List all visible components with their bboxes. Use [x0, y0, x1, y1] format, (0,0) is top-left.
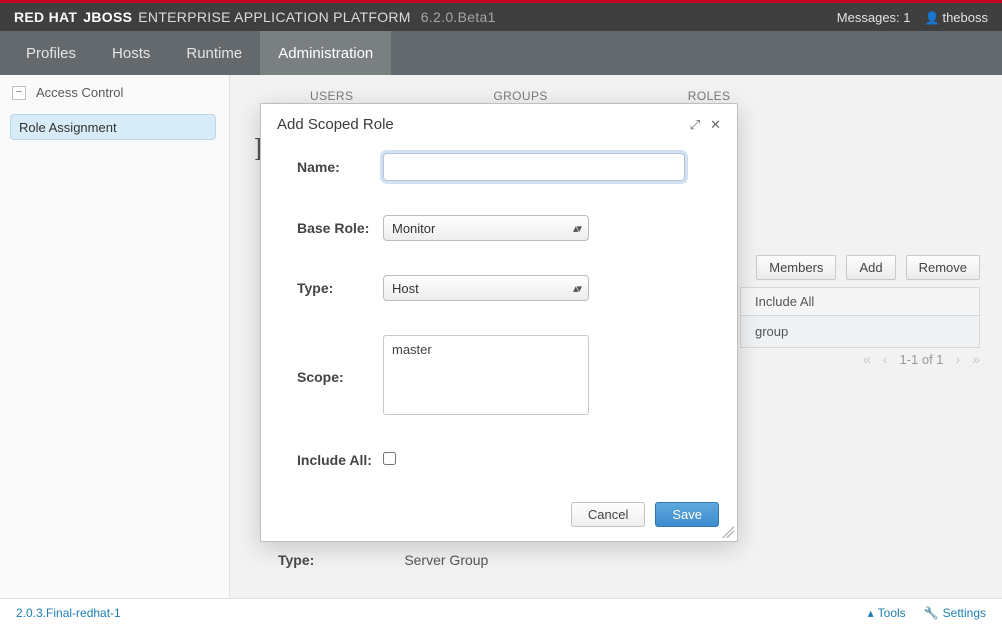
- username: theboss: [942, 10, 988, 25]
- subnav-users[interactable]: USERS: [310, 89, 353, 103]
- cell-group: group: [740, 316, 980, 348]
- include-all-checkbox[interactable]: [383, 452, 396, 465]
- subnav-roles[interactable]: ROLES: [688, 89, 731, 103]
- tab-hosts[interactable]: Hosts: [94, 31, 168, 75]
- detail-type-row: Type: Server Group: [278, 552, 488, 568]
- save-button[interactable]: Save: [655, 502, 719, 527]
- dialog-window-controls: ⤢ ✕: [690, 117, 721, 133]
- chevron-updown-icon: ▴▾: [573, 222, 580, 235]
- dialog-title: Add Scoped Role: [277, 116, 394, 133]
- cell-group-text: group: [755, 324, 788, 339]
- wrench-icon: 🔧: [924, 606, 939, 620]
- type-select[interactable]: Host ▴▾: [383, 275, 589, 301]
- brand-redhat: RED HAT: [14, 9, 77, 25]
- user-icon: 👤: [925, 11, 940, 25]
- type-value: Host: [392, 281, 419, 296]
- resize-handle-icon[interactable]: [722, 526, 734, 538]
- footer-tools-label: Tools: [878, 606, 906, 620]
- row-base-role: Base Role: Monitor ▴▾: [297, 215, 707, 241]
- pager-prev-icon[interactable]: ‹: [883, 351, 888, 367]
- sidebar-section-label: Access Control: [36, 85, 123, 100]
- row-include-all: Include All:: [297, 452, 707, 468]
- footer-tools[interactable]: ▴ Tools: [868, 606, 906, 620]
- label-type: Type:: [297, 280, 383, 296]
- brand: RED HAT JBOSS ENTERPRISE APPLICATION PLA…: [14, 9, 496, 25]
- footer-links: ▴ Tools 🔧 Settings: [868, 606, 986, 620]
- dialog-footer: Cancel Save: [261, 502, 737, 541]
- maximize-icon[interactable]: ⤢: [690, 117, 700, 133]
- label-name: Name:: [297, 159, 383, 175]
- brand-eap: ENTERPRISE APPLICATION PLATFORM: [138, 9, 411, 25]
- role-action-buttons: Members Add Remove: [756, 255, 980, 280]
- base-role-select[interactable]: Monitor ▴▾: [383, 215, 589, 241]
- footer-settings-label: Settings: [943, 606, 986, 620]
- row-name: Name:: [297, 153, 707, 181]
- detail-type-value: Server Group: [404, 552, 488, 568]
- pager: « ‹ 1-1 of 1 › »: [863, 351, 980, 367]
- sidebar-item-role-assignment[interactable]: Role Assignment: [10, 114, 216, 140]
- footer-settings[interactable]: 🔧 Settings: [924, 606, 986, 620]
- subnav-groups[interactable]: GROUPS: [493, 89, 547, 103]
- label-scope: Scope:: [297, 369, 383, 385]
- sidebar-section-header[interactable]: − Access Control: [0, 75, 229, 110]
- cancel-button[interactable]: Cancel: [571, 502, 645, 527]
- sidebar: − Access Control Role Assignment: [0, 75, 230, 598]
- nav-tabs: Profiles Hosts Runtime Administration: [0, 31, 1002, 75]
- brand-jboss: JBOSS: [83, 9, 132, 25]
- name-input[interactable]: [383, 153, 685, 181]
- topbar-right: Messages: 1 👤theboss: [837, 10, 988, 25]
- brand-version: 6.2.0.Beta1: [421, 9, 496, 25]
- add-button[interactable]: Add: [846, 255, 895, 280]
- tab-administration[interactable]: Administration: [260, 31, 391, 75]
- caret-up-icon: ▴: [868, 606, 874, 620]
- dialog-header: Add Scoped Role ⤢ ✕: [261, 104, 737, 143]
- base-role-value: Monitor: [392, 221, 435, 236]
- add-scoped-role-dialog: Add Scoped Role ⤢ ✕ Name: Base Role: Mon…: [260, 103, 738, 542]
- tab-runtime[interactable]: Runtime: [168, 31, 260, 75]
- pager-last-icon[interactable]: »: [972, 351, 980, 367]
- user-menu[interactable]: 👤theboss: [925, 10, 989, 25]
- chevron-updown-icon: ▴▾: [573, 282, 580, 295]
- dialog-body: Name: Base Role: Monitor ▴▾ Type: Host ▴…: [261, 143, 737, 502]
- tab-profiles[interactable]: Profiles: [8, 31, 94, 75]
- messages-link[interactable]: Messages: 1: [837, 10, 911, 25]
- row-scope: Scope:: [297, 335, 707, 418]
- label-base-role: Base Role:: [297, 220, 383, 236]
- footer: 2.0.3.Final-redhat-1 ▴ Tools 🔧 Settings: [0, 598, 1002, 626]
- footer-version[interactable]: 2.0.3.Final-redhat-1: [16, 606, 121, 620]
- close-icon[interactable]: ✕: [710, 117, 721, 133]
- scope-textarea[interactable]: [383, 335, 589, 415]
- pager-next-icon[interactable]: ›: [956, 351, 961, 367]
- roles-table-fragment: Include All group: [740, 287, 980, 348]
- detail-type-label: Type:: [278, 552, 314, 568]
- pager-text: 1-1 of 1: [899, 352, 943, 367]
- remove-button[interactable]: Remove: [906, 255, 980, 280]
- members-button[interactable]: Members: [756, 255, 836, 280]
- top-bar: RED HAT JBOSS ENTERPRISE APPLICATION PLA…: [0, 3, 1002, 31]
- pager-first-icon[interactable]: «: [863, 351, 871, 367]
- row-type: Type: Host ▴▾: [297, 275, 707, 301]
- collapse-icon[interactable]: −: [12, 86, 26, 100]
- label-include-all: Include All:: [297, 452, 383, 468]
- col-include-all: Include All: [740, 287, 980, 316]
